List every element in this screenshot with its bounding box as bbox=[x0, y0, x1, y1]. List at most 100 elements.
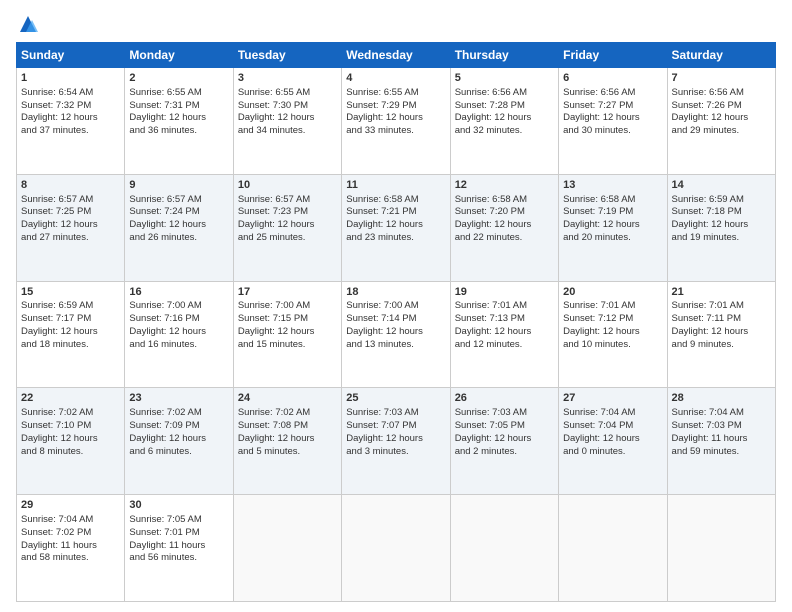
day-info-line: Daylight: 12 hours bbox=[563, 326, 662, 339]
calendar-header-cell: Tuesday bbox=[233, 43, 341, 68]
day-number: 2 bbox=[129, 71, 228, 86]
day-info-line: Sunset: 7:01 PM bbox=[129, 527, 228, 540]
day-number: 23 bbox=[129, 391, 228, 406]
day-info-line: and 30 minutes. bbox=[563, 125, 662, 138]
day-number: 18 bbox=[346, 285, 445, 300]
day-info-line: Sunset: 7:28 PM bbox=[455, 100, 554, 113]
day-info-line: and 29 minutes. bbox=[672, 125, 771, 138]
day-info-line: Sunset: 7:30 PM bbox=[238, 100, 337, 113]
calendar-cell: 25Sunrise: 7:03 AMSunset: 7:07 PMDayligh… bbox=[342, 388, 450, 495]
day-info-line: Daylight: 12 hours bbox=[563, 433, 662, 446]
day-info-line: Sunrise: 6:55 AM bbox=[238, 87, 337, 100]
day-info-line: and 20 minutes. bbox=[563, 232, 662, 245]
day-info-line: and 26 minutes. bbox=[129, 232, 228, 245]
day-number: 24 bbox=[238, 391, 337, 406]
day-info-line: Daylight: 12 hours bbox=[129, 219, 228, 232]
day-number: 26 bbox=[455, 391, 554, 406]
day-info-line: Daylight: 12 hours bbox=[455, 433, 554, 446]
calendar-week-row: 29Sunrise: 7:04 AMSunset: 7:02 PMDayligh… bbox=[17, 495, 776, 602]
day-info-line: and 18 minutes. bbox=[21, 339, 120, 352]
day-info-line: Daylight: 12 hours bbox=[21, 433, 120, 446]
calendar-cell: 9Sunrise: 6:57 AMSunset: 7:24 PMDaylight… bbox=[125, 174, 233, 281]
day-info-line: Sunrise: 7:05 AM bbox=[129, 514, 228, 527]
day-info-line: and 6 minutes. bbox=[129, 446, 228, 459]
logo bbox=[16, 14, 38, 34]
calendar-cell: 20Sunrise: 7:01 AMSunset: 7:12 PMDayligh… bbox=[559, 281, 667, 388]
day-info-line: Sunrise: 6:58 AM bbox=[346, 194, 445, 207]
logo-icon bbox=[18, 14, 38, 34]
day-info-line: Sunset: 7:25 PM bbox=[21, 206, 120, 219]
day-number: 17 bbox=[238, 285, 337, 300]
day-info-line: Sunset: 7:11 PM bbox=[672, 313, 771, 326]
calendar-week-row: 15Sunrise: 6:59 AMSunset: 7:17 PM Dayligh… bbox=[17, 281, 776, 388]
day-info-line: Sunrise: 6:59 AM bbox=[21, 300, 120, 313]
day-info-line: Sunrise: 6:58 AM bbox=[455, 194, 554, 207]
day-info-line: Sunset: 7:04 PM bbox=[563, 420, 662, 433]
day-info-line: Sunrise: 7:02 AM bbox=[21, 407, 120, 420]
day-info-line: Sunrise: 6:56 AM bbox=[563, 87, 662, 100]
day-number: 5 bbox=[455, 71, 554, 86]
calendar-cell bbox=[667, 495, 775, 602]
calendar-header-cell: Saturday bbox=[667, 43, 775, 68]
day-info-line: Sunrise: 6:56 AM bbox=[455, 87, 554, 100]
day-info-line: Daylight: 12 hours bbox=[672, 112, 771, 125]
day-info-line: Daylight: 12 hours bbox=[346, 112, 445, 125]
calendar-body: 1Sunrise: 6:54 AMSunset: 7:32 PMDaylight… bbox=[17, 68, 776, 602]
day-info-line: Sunset: 7:24 PM bbox=[129, 206, 228, 219]
day-info-line: Sunrise: 6:57 AM bbox=[129, 194, 228, 207]
day-info-line: and 27 minutes. bbox=[21, 232, 120, 245]
day-info-line: and 12 minutes. bbox=[455, 339, 554, 352]
day-info-line: and 8 minutes. bbox=[21, 446, 120, 459]
day-info-line: and 22 minutes. bbox=[455, 232, 554, 245]
day-info-line: and 16 minutes. bbox=[129, 339, 228, 352]
day-info-line: Sunset: 7:21 PM bbox=[346, 206, 445, 219]
day-info-line: Sunrise: 7:01 AM bbox=[672, 300, 771, 313]
day-info-line: Sunset: 7:13 PM bbox=[455, 313, 554, 326]
day-info-line: and 56 minutes. bbox=[129, 552, 228, 565]
day-info-line: Sunrise: 6:57 AM bbox=[21, 194, 120, 207]
day-info-line: Daylight: 12 hours bbox=[455, 326, 554, 339]
day-info-line: and 23 minutes. bbox=[346, 232, 445, 245]
day-number: 22 bbox=[21, 391, 120, 406]
day-info-line: Daylight: 11 hours bbox=[672, 433, 771, 446]
day-info-line: Sunrise: 7:00 AM bbox=[238, 300, 337, 313]
calendar-cell bbox=[450, 495, 558, 602]
day-info-line: Sunset: 7:18 PM bbox=[672, 206, 771, 219]
calendar-cell bbox=[559, 495, 667, 602]
calendar-cell: 12Sunrise: 6:58 AMSunset: 7:20 PMDayligh… bbox=[450, 174, 558, 281]
day-info-line: Sunset: 7:26 PM bbox=[672, 100, 771, 113]
day-info-line: Daylight: 12 hours bbox=[563, 112, 662, 125]
day-info-line: Sunset: 7:05 PM bbox=[455, 420, 554, 433]
day-info-line: Sunrise: 7:02 AM bbox=[129, 407, 228, 420]
day-info-line: Sunrise: 6:55 AM bbox=[346, 87, 445, 100]
day-number: 20 bbox=[563, 285, 662, 300]
day-number: 16 bbox=[129, 285, 228, 300]
day-info-line: and 0 minutes. bbox=[563, 446, 662, 459]
day-info-line: and 13 minutes. bbox=[346, 339, 445, 352]
day-info-line: Daylight: 12 hours bbox=[346, 219, 445, 232]
day-info-line: Daylight: 11 hours bbox=[129, 540, 228, 553]
calendar-cell: 26Sunrise: 7:03 AMSunset: 7:05 PMDayligh… bbox=[450, 388, 558, 495]
calendar-cell: 10Sunrise: 6:57 AMSunset: 7:23 PMDayligh… bbox=[233, 174, 341, 281]
day-number: 7 bbox=[672, 71, 771, 86]
day-info-line: Daylight: 12 hours bbox=[672, 326, 771, 339]
page: SundayMondayTuesdayWednesdayThursdayFrid… bbox=[0, 0, 792, 612]
day-info-line: Sunset: 7:15 PM bbox=[238, 313, 337, 326]
day-info-line: Daylight: 12 hours bbox=[455, 112, 554, 125]
day-info-line: Sunset: 7:17 PM bbox=[21, 313, 120, 326]
calendar-table: SundayMondayTuesdayWednesdayThursdayFrid… bbox=[16, 42, 776, 602]
day-number: 13 bbox=[563, 178, 662, 193]
day-number: 15 bbox=[21, 285, 120, 300]
day-number: 21 bbox=[672, 285, 771, 300]
calendar-cell: 13Sunrise: 6:58 AMSunset: 7:19 PMDayligh… bbox=[559, 174, 667, 281]
calendar-cell: 27Sunrise: 7:04 AMSunset: 7:04 PMDayligh… bbox=[559, 388, 667, 495]
day-info-line: Sunset: 7:29 PM bbox=[346, 100, 445, 113]
day-info-line: Sunrise: 6:56 AM bbox=[672, 87, 771, 100]
day-number: 28 bbox=[672, 391, 771, 406]
calendar-header-cell: Sunday bbox=[17, 43, 125, 68]
day-info-line: Daylight: 12 hours bbox=[129, 326, 228, 339]
day-info-line: and 3 minutes. bbox=[346, 446, 445, 459]
calendar-cell: 24Sunrise: 7:02 AMSunset: 7:08 PMDayligh… bbox=[233, 388, 341, 495]
day-info-line: and 58 minutes. bbox=[21, 552, 120, 565]
calendar-header-row: SundayMondayTuesdayWednesdayThursdayFrid… bbox=[17, 43, 776, 68]
